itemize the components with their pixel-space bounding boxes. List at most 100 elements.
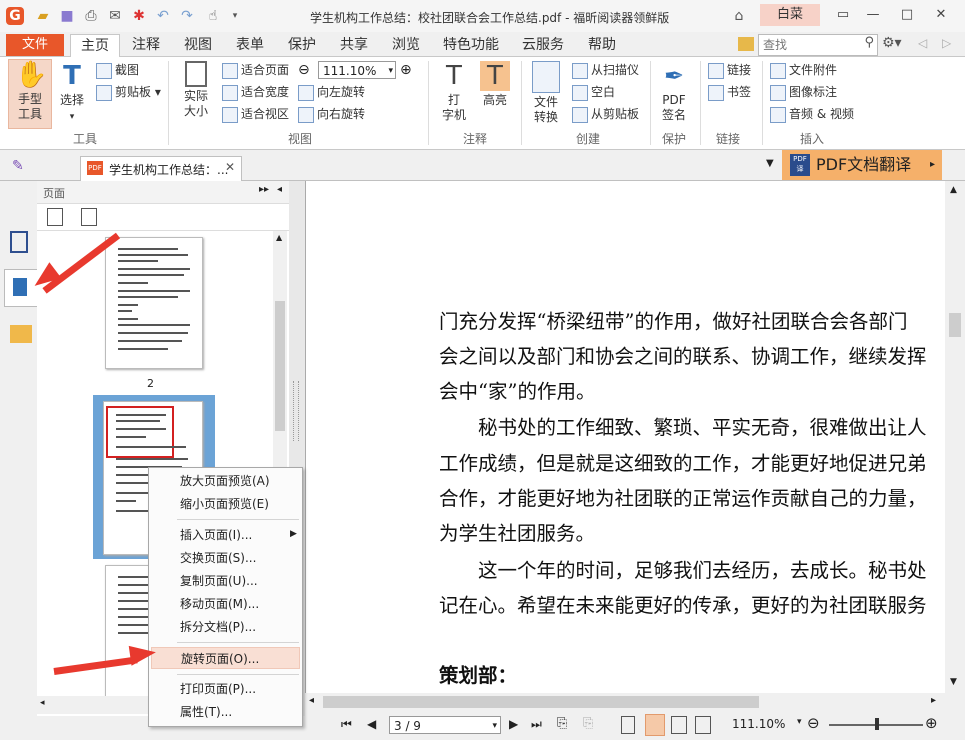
continuous-page-icon[interactable] [645, 714, 665, 736]
search-folder-icon[interactable] [738, 37, 754, 51]
bookmark-button[interactable]: 书签 [708, 83, 751, 101]
tab-comment[interactable]: 注释 [124, 34, 168, 56]
page-thumbnail-2[interactable] [105, 237, 203, 369]
audio-video-button[interactable]: 音频 & 视频 [770, 105, 854, 123]
tab-list-dropdown-icon[interactable]: ▼ [766, 158, 774, 169]
pdf-sign-button[interactable]: ✒ PDF 签名 [655, 61, 693, 129]
mail-icon[interactable]: ✉ [106, 7, 124, 25]
document-horizontal-scrollbar[interactable]: ◂ ▸ [305, 693, 945, 711]
menu-move-page[interactable]: 移动页面(M)... [151, 593, 300, 615]
collapse-panel-icon[interactable]: ▸▸ [259, 184, 269, 195]
doc-scroll-down-icon[interactable]: ▼ [950, 677, 957, 687]
print-icon[interactable]: ⎙ [82, 7, 100, 25]
zoom-combobox[interactable]: 111.10% ▾ [318, 61, 396, 79]
file-convert-button[interactable]: 文件 转换 [527, 61, 565, 129]
tab-form[interactable]: 表单 [228, 34, 272, 56]
undo-icon[interactable]: ↶ [154, 7, 172, 25]
page-number-input[interactable]: 3 / 9 ▾ [389, 716, 501, 734]
facing-page-icon[interactable] [671, 716, 687, 734]
status-zoom-value[interactable]: 111.10% [732, 717, 785, 731]
highlight-button[interactable]: T 高亮 [476, 61, 514, 129]
minimize-button[interactable]: — [862, 5, 884, 25]
quick-access-dropdown-icon[interactable]: ▾ [226, 7, 244, 25]
nav-back-icon[interactable]: ◁ [918, 36, 927, 50]
select-tool-button[interactable]: T 选择 ▾ [54, 61, 90, 129]
document-vertical-scrollbar[interactable]: ▲ ▼ [945, 181, 965, 693]
from-clipboard-button[interactable]: 从剪贴板 [572, 105, 639, 123]
image-annotation-button[interactable]: 图像标注 [770, 83, 837, 101]
menu-zoom-out-preview[interactable]: 缩小页面预览(E) [151, 493, 300, 515]
typewriter-button[interactable]: T 打 字机 [436, 61, 472, 129]
previous-view-icon[interactable]: ⎘ [557, 716, 567, 731]
menu-swap-page[interactable]: 交换页面(S)... [151, 547, 300, 569]
nav-forward-icon[interactable]: ▷ [942, 36, 951, 50]
search-box[interactable]: ⚲ [758, 34, 878, 56]
close-tab-icon[interactable]: ✕ [225, 160, 235, 174]
rotate-right-button[interactable]: 向右旋转 [298, 105, 365, 123]
menu-properties[interactable]: 属性(T)... [151, 701, 300, 723]
pdf-translate-button[interactable]: PDF 译 PDF文档翻译 ▸ [782, 150, 942, 180]
menu-insert-page[interactable]: 插入页面(I)... [151, 524, 300, 546]
tab-home[interactable]: 主页 [70, 34, 120, 57]
clipboard-button[interactable]: 剪贴板 ▾ [96, 83, 161, 101]
screenshot-button[interactable]: 截图 [96, 61, 139, 79]
fit-page-button[interactable]: 适合页面 [222, 61, 289, 79]
comments-panel-icon[interactable] [10, 325, 32, 343]
search-input[interactable] [759, 35, 855, 55]
continuous-facing-icon[interactable] [695, 716, 711, 734]
next-view-icon[interactable]: ⎘ [583, 716, 593, 731]
hand-tool-quick-icon[interactable]: ☝ [204, 7, 222, 25]
fit-width-button[interactable]: 适合宽度 [222, 83, 289, 101]
doc-scroll-right-icon[interactable]: ▸ [931, 695, 936, 706]
menu-rotate-page[interactable]: 旋转页面(O)... [151, 647, 300, 669]
settings-gear-icon[interactable]: ⚙▾ [882, 35, 902, 51]
doc-scroll-thumb[interactable] [949, 313, 961, 337]
scroll-left-icon[interactable]: ◂ [40, 698, 45, 708]
file-attachment-button[interactable]: 文件附件 [770, 61, 837, 79]
fit-view-button[interactable]: 适合视区 [222, 105, 289, 123]
tab-help[interactable]: 帮助 [580, 34, 624, 56]
panel-scroll-thumb[interactable] [275, 301, 285, 431]
document-view[interactable]: 门充分发挥“桥梁纽带”的作用，做好社团联合会各部门 会之间以及部门和协会之间的联… [305, 181, 965, 693]
doc-hscroll-thumb[interactable] [323, 696, 759, 708]
first-page-icon[interactable]: ⏮ [341, 717, 352, 732]
previous-page-icon[interactable]: ◀ [367, 717, 376, 731]
actual-size-button[interactable]: 实际 大小 [176, 61, 216, 129]
tab-view[interactable]: 视图 [176, 34, 220, 56]
link-button[interactable]: 链接 [708, 61, 751, 79]
zoom-out-thumbnail-icon[interactable] [81, 208, 97, 226]
menu-print-page[interactable]: 打印页面(P)... [151, 678, 300, 700]
tab-browse[interactable]: 浏览 [384, 34, 428, 56]
maximize-button[interactable]: □ [896, 5, 918, 25]
tab-share[interactable]: 共享 [332, 34, 376, 56]
open-folder-icon[interactable]: ▰ [34, 7, 52, 25]
rotate-left-button[interactable]: 向左旋转 [298, 83, 365, 101]
last-page-icon[interactable]: ⏭ [531, 717, 542, 732]
menu-copy-page[interactable]: 复制页面(U)... [151, 570, 300, 592]
user-button[interactable]: 白菜 [760, 4, 820, 26]
bookmarks-panel-icon[interactable] [10, 231, 28, 253]
menu-split-document[interactable]: 拆分文档(P)... [151, 616, 300, 638]
foxit-sign-icon[interactable]: ✎ [12, 158, 30, 174]
doc-scroll-left-icon[interactable]: ◂ [309, 695, 314, 706]
doc-scroll-up-icon[interactable]: ▲ [950, 185, 957, 195]
save-icon[interactable]: ■ [58, 7, 76, 25]
panel-close-arrow-icon[interactable]: ◂ [277, 184, 282, 195]
ribbon-toggle-icon[interactable]: ▭ [832, 5, 854, 25]
zoom-in-icon[interactable]: ⊕ [400, 62, 412, 78]
tab-file[interactable]: 文件 [6, 34, 64, 56]
new-icon[interactable]: ✱ [130, 7, 148, 25]
tab-features[interactable]: 特色功能 [436, 34, 506, 56]
status-zoom-out-icon[interactable]: ⊖ [807, 714, 820, 732]
next-page-icon[interactable]: ▶ [509, 717, 518, 731]
zoom-out-icon[interactable]: ⊖ [298, 62, 310, 78]
zoom-slider-thumb[interactable] [875, 718, 879, 730]
tab-cloud[interactable]: 云服务 [514, 34, 572, 56]
close-button[interactable]: ✕ [930, 5, 952, 25]
hand-tool-button[interactable]: ✋ 手型 工具 [8, 59, 52, 129]
document-tab[interactable]: PDF 学生机构工作总结：... ✕ [80, 156, 242, 181]
menu-zoom-in-preview[interactable]: 放大页面预览(A) [151, 470, 300, 492]
blank-button[interactable]: 空白 [572, 83, 615, 101]
zoom-dropdown-icon[interactable]: ▾ [797, 717, 802, 727]
status-zoom-in-icon[interactable]: ⊕ [925, 714, 938, 732]
